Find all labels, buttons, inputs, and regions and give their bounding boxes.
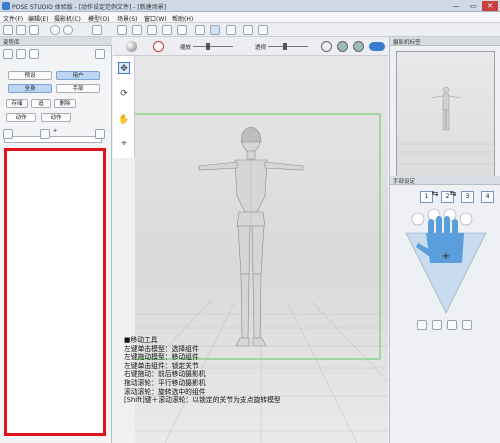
camera-preview[interactable] (396, 51, 496, 179)
hand-pose-diagram: + (405, 208, 487, 314)
menu-window[interactable]: 窗口(W) (144, 14, 167, 23)
help-line: 右键拖动：前后移动摄影机 (124, 370, 206, 379)
zoom-in-icon[interactable] (95, 129, 105, 139)
perspective-label: 透视 (255, 45, 267, 51)
scale-icon[interactable] (147, 25, 157, 35)
save-pose-button[interactable]: 存储 (6, 99, 28, 108)
zoom-slider-handle[interactable] (206, 43, 210, 50)
pose-name-input[interactable] (4, 136, 102, 143)
right-panel: 摄影机标签 1 2 3 4 手部设定 ⇆ ⇆ + (389, 37, 500, 443)
light-icon[interactable] (162, 25, 172, 35)
view-mode-icon-1[interactable] (321, 41, 332, 52)
main-toolbar (0, 23, 500, 37)
perspective-slider-handle[interactable] (283, 43, 287, 50)
tab-full-body[interactable]: 全身 (8, 84, 52, 93)
action-button-2[interactable]: 动作 (41, 113, 71, 122)
tool-strip: ✥ ⟳ ✋ ⌖ (113, 56, 135, 158)
hand-right-icon[interactable]: ⇆ (448, 189, 458, 199)
list-view-icon[interactable] (95, 49, 105, 59)
camera-panel-header: 摄影机标签 (390, 37, 500, 46)
scissors-icon[interactable] (3, 129, 13, 139)
close-button[interactable]: ✕ (482, 1, 498, 11)
zoom-slider[interactable] (193, 46, 233, 47)
rotate-model-icon[interactable] (132, 25, 142, 35)
hand-pose-pad[interactable]: + (396, 207, 495, 317)
hand-panel-header: 手部设定 (390, 176, 500, 185)
move-tool-help: ■移动工具 左键单击模型：选择组件 左键拖动模型：移动组件 左键单击组件：锁定关… (124, 336, 344, 405)
app-icon (2, 2, 10, 10)
maximize-button[interactable]: ▭ (465, 1, 481, 11)
export-icon[interactable] (117, 25, 127, 35)
new-file-icon[interactable] (3, 25, 13, 35)
pose-mode-icon[interactable] (210, 25, 220, 35)
render-icon[interactable] (195, 25, 205, 35)
menu-edit[interactable]: 编辑(E) (28, 14, 48, 23)
help-line: 拖动滚轮：平行移动摄影机 (124, 378, 206, 387)
menu-bar: 文件(F) 编辑(E) 摄影机(C) 模型(O) 场景(S) 窗口(W) 帮助(… (0, 12, 500, 23)
menu-help[interactable]: 帮助(H) (172, 14, 193, 23)
action-button-1[interactable]: 动作 (6, 113, 36, 122)
hand-tool-icon[interactable]: ✋ (118, 114, 130, 126)
axis-gizmo-icon[interactable] (153, 41, 164, 52)
viewport-toolbar: 缩放 透视 (113, 37, 388, 56)
add-button[interactable]: + (48, 127, 62, 136)
help-line: 左键拖动模型：移动组件 (124, 353, 199, 362)
camera-tool-icon[interactable]: ⌖ (118, 138, 130, 150)
window-title: POSE STUDIO 体验版 - [动作设定范例文件] - [新建场景] (12, 4, 167, 11)
hand-preset-icon-4[interactable] (462, 320, 472, 330)
camera-3-button[interactable]: 3 (461, 191, 474, 203)
save-icon[interactable] (29, 25, 39, 35)
help-line: 滚动滚轮：旋转选中的组件 (124, 387, 206, 396)
minimize-button[interactable]: — (448, 1, 464, 11)
hand-preset-icon-1[interactable] (417, 320, 427, 330)
link-icon[interactable] (40, 129, 50, 139)
tab-preset[interactable]: 预设 (8, 71, 52, 80)
move-tool-icon[interactable]: ✥ (118, 62, 130, 74)
menu-camera[interactable]: 摄影机(C) (54, 14, 81, 23)
open-folder-icon[interactable] (16, 25, 26, 35)
pose-library-header: 姿势库 (0, 37, 112, 46)
perspective-slider[interactable] (268, 46, 308, 47)
undo-icon[interactable] (50, 25, 60, 35)
snapshot-icon[interactable] (243, 25, 253, 35)
folder-icon[interactable] (16, 49, 26, 59)
import-icon[interactable] (3, 49, 13, 59)
menu-file[interactable]: 文件(F) (3, 14, 23, 23)
camera-preview-scene (397, 86, 496, 165)
camera-4-button[interactable]: 4 (481, 191, 494, 203)
mannequin-figure[interactable] (198, 126, 304, 347)
delete-pose-button[interactable]: 删除 (54, 99, 76, 108)
help-line: 左键单击模型：选择组件 (124, 344, 199, 353)
svg-text:+: + (442, 251, 450, 262)
brush-icon[interactable] (258, 25, 268, 35)
view-mode-icon-3[interactable] (353, 41, 364, 52)
copy-icon[interactable] (92, 25, 102, 35)
rotate-tool-icon[interactable]: ⟳ (118, 88, 130, 100)
menu-scene[interactable]: 场景(S) (117, 14, 138, 23)
view-mode-icon-2[interactable] (337, 41, 348, 52)
help-line-title: ■移动工具 (124, 336, 158, 344)
pose-thumbnail-list-highlight[interactable] (4, 148, 106, 436)
hand-preset-icon-2[interactable] (432, 320, 442, 330)
hand-left-icon[interactable]: ⇆ (430, 189, 440, 199)
shading-sphere-icon[interactable] (126, 41, 137, 52)
append-button[interactable]: 追 (31, 99, 51, 108)
zoom-label: 缩放 (180, 45, 192, 51)
reset-icon[interactable] (177, 25, 187, 35)
tab-hand[interactable]: 手部 (56, 84, 100, 93)
menu-model[interactable]: 模型(O) (88, 14, 109, 23)
move-mode-icon[interactable] (226, 25, 236, 35)
delete-icon[interactable] (29, 49, 39, 59)
help-line: [Shift]键＋滚动滚轮：以锁定的关节为支点旋转模型 (124, 396, 281, 405)
tab-user[interactable]: 用户 (56, 71, 100, 80)
hand-preset-icon-3[interactable] (447, 320, 457, 330)
toggle-icon[interactable] (369, 42, 385, 51)
redo-icon[interactable] (63, 25, 73, 35)
title-bar: POSE STUDIO 体验版 - [动作设定范例文件] - [新建场景] — … (0, 0, 500, 12)
